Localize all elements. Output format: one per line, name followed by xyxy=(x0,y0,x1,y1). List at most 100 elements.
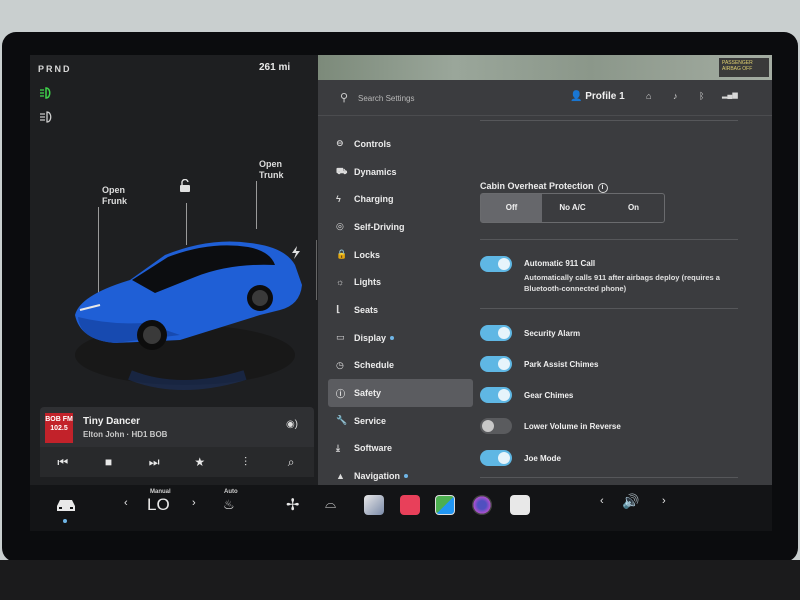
dashboard-trim xyxy=(0,560,800,600)
download-icon: ⤓ xyxy=(336,442,340,453)
gear-chimes-toggle[interactable] xyxy=(480,387,512,403)
sidebar-item-seats[interactable]: ⌊ Seats xyxy=(328,296,473,324)
camera-app-icon[interactable] xyxy=(472,495,492,515)
stop-icon[interactable]: ■ xyxy=(98,455,118,469)
sidebar-item-safety[interactable]: ⓘ Safety xyxy=(328,379,473,407)
cabin-option-off[interactable]: Off xyxy=(481,194,542,222)
sidebar-item-label: Software xyxy=(354,443,393,454)
bolt-icon: ϟ xyxy=(336,194,341,205)
park-assist-chimes-label: Park Assist Chimes xyxy=(524,360,599,369)
sidebar-item-software[interactable]: ⤓ Software xyxy=(328,435,473,463)
volume-up-chevron-icon[interactable]: › xyxy=(662,495,666,507)
notes-app-icon[interactable] xyxy=(510,495,530,515)
trunk-callout-line xyxy=(256,181,257,229)
lower-volume-in-reverse-toggle[interactable] xyxy=(480,418,512,434)
panel-divider xyxy=(316,240,317,300)
unlock-icon[interactable] xyxy=(179,179,191,192)
park-assist-chimes-toggle[interactable] xyxy=(480,356,512,372)
sidebar-item-label: Safety xyxy=(354,388,382,399)
sidebar-item-schedule[interactable]: ◷ Schedule xyxy=(328,352,473,380)
touchscreen: PRND 261 mi Open Frunk Open Trunk BOB FM… xyxy=(30,55,772,531)
sidebar-item-charging[interactable]: ϟ Charging xyxy=(328,185,473,213)
media-controls: ⏮ ■ ⏭ ★ ⫶ ⌕ xyxy=(40,447,314,477)
info-icon: ⓘ xyxy=(336,388,346,399)
open-trunk-button[interactable]: Open Trunk xyxy=(259,159,284,181)
cabin-overheat-label: Cabin Overheat Protection i xyxy=(480,181,608,193)
home-icon[interactable]: ⌂ xyxy=(646,91,651,101)
sidebar-item-lights[interactable]: ☼ Lights xyxy=(328,268,473,296)
car-3d-model xyxy=(75,241,302,390)
sidebar-item-dynamics[interactable]: ⛟ Dynamics xyxy=(328,158,473,186)
cabin-option-on[interactable]: On xyxy=(603,194,664,222)
navigation-icon: ▲ xyxy=(336,471,345,482)
divider xyxy=(480,477,738,478)
divider xyxy=(480,120,738,121)
cabin-overheat-text: Cabin Overheat Protection xyxy=(480,181,594,191)
lock-icon: 🔒 xyxy=(336,249,348,260)
sidebar-item-locks[interactable]: 🔒 Locks xyxy=(328,241,473,269)
range-readout: 261 mi xyxy=(259,62,291,73)
artist-station: Elton John · HD1 BOB xyxy=(83,430,168,439)
open-frunk-button[interactable]: Open Frunk xyxy=(102,185,127,207)
joe-mode-toggle[interactable] xyxy=(480,450,512,466)
temperature-readout[interactable]: LO xyxy=(147,495,170,515)
toybox-app-icon[interactable] xyxy=(435,495,455,515)
automatic-911-description: Automatically calls 911 after airbags de… xyxy=(524,273,720,293)
map-strip[interactable]: PASSENGER AIRBAG OFF xyxy=(318,55,772,80)
security-alarm-label: Security Alarm xyxy=(524,329,581,338)
info-icon[interactable]: i xyxy=(597,183,608,193)
security-alarm-toggle[interactable] xyxy=(480,325,512,341)
cabin-overheat-selector: Off No A/C On xyxy=(480,193,665,223)
sidebar-item-controls[interactable]: ⊖ Controls xyxy=(328,130,473,158)
wrench-icon: 🔧 xyxy=(336,415,348,426)
sidebar-item-label: Locks xyxy=(354,249,381,260)
bottom-dock: ‹ Manual LO › Auto ♨ ✢ ⌓ ‹ 🔊 › xyxy=(30,485,772,531)
volume-down-chevron-icon[interactable]: ‹ xyxy=(600,495,604,507)
settings-panel: ⚲ 👤 Profile 1 ⌂ ♪ ᛒ ▂▄▆ ⊖ Controls ⛟ Dynami… xyxy=(318,80,772,526)
vehicle-panel: PRND 261 mi Open Frunk Open Trunk BOB FM… xyxy=(30,55,318,485)
sidebar-item-label: Lights xyxy=(354,277,381,288)
sidebar-item-self-driving[interactable]: ◎ Self-Driving xyxy=(328,213,473,241)
joe-mode-label: Joe Mode xyxy=(524,454,561,463)
sidebar-item-label: Charging xyxy=(354,194,394,205)
sidebar-item-service[interactable]: 🔧 Service xyxy=(328,407,473,435)
sidebar-item-label: Service xyxy=(354,415,387,426)
clock-icon: ◷ xyxy=(336,359,344,370)
equalizer-icon[interactable]: ⫶ xyxy=(235,455,255,470)
automatic-911-toggle[interactable] xyxy=(480,256,512,272)
sidebar-item-label: Display xyxy=(354,332,387,343)
temp-up-chevron-icon[interactable]: › xyxy=(192,497,196,509)
next-track-icon[interactable]: ⏭ xyxy=(144,455,164,470)
notification-bell-icon[interactable]: ♪ xyxy=(673,91,678,101)
defrost-icon[interactable]: ⌓ xyxy=(325,495,336,512)
update-dot xyxy=(404,474,409,479)
lte-signal-icon: ▂▄▆ xyxy=(722,92,738,99)
fan-icon[interactable]: ✢ xyxy=(286,495,299,515)
seat-heat-mode-label: Auto xyxy=(224,489,238,495)
sidebar-item-label: Dynamics xyxy=(354,166,397,177)
active-indicator xyxy=(63,519,67,523)
bluetooth-icon[interactable]: ᛒ xyxy=(699,91,704,101)
automatic-911-label: Automatic 911 Call xyxy=(524,259,596,268)
settings-header: ⚲ 👤 Profile 1 ⌂ ♪ ᛒ ▂▄▆ xyxy=(318,80,772,116)
volume-icon[interactable]: 🔊 xyxy=(622,493,639,510)
previous-track-icon[interactable]: ⏮ xyxy=(53,455,73,470)
car-icon: ⛟ xyxy=(336,165,348,176)
car-icon[interactable] xyxy=(54,497,78,513)
profile-button[interactable]: 👤 Profile 1 xyxy=(570,91,625,102)
search-settings-input[interactable] xyxy=(358,90,498,106)
sidebar-item-label: Schedule xyxy=(354,360,395,371)
temp-down-chevron-icon[interactable]: ‹ xyxy=(124,497,128,509)
toggle-icon: ⊖ xyxy=(336,138,344,149)
navigation-app-icon[interactable] xyxy=(364,495,384,515)
media-search-icon[interactable]: ⌕ xyxy=(281,455,301,470)
cabin-option-no-ac[interactable]: No A/C xyxy=(542,194,603,222)
sidebar-item-display[interactable]: ▭ Display xyxy=(328,324,473,352)
music-app-icon[interactable] xyxy=(400,495,420,515)
sidebar-item-label: Seats xyxy=(354,304,379,315)
audio-source-icon[interactable]: ◉) xyxy=(286,419,298,430)
favorite-star-icon[interactable]: ★ xyxy=(190,455,210,469)
headlight-icon xyxy=(40,87,51,99)
gear-chimes-label: Gear Chimes xyxy=(524,391,574,400)
seat-heater-icon[interactable]: ♨ xyxy=(223,497,235,513)
